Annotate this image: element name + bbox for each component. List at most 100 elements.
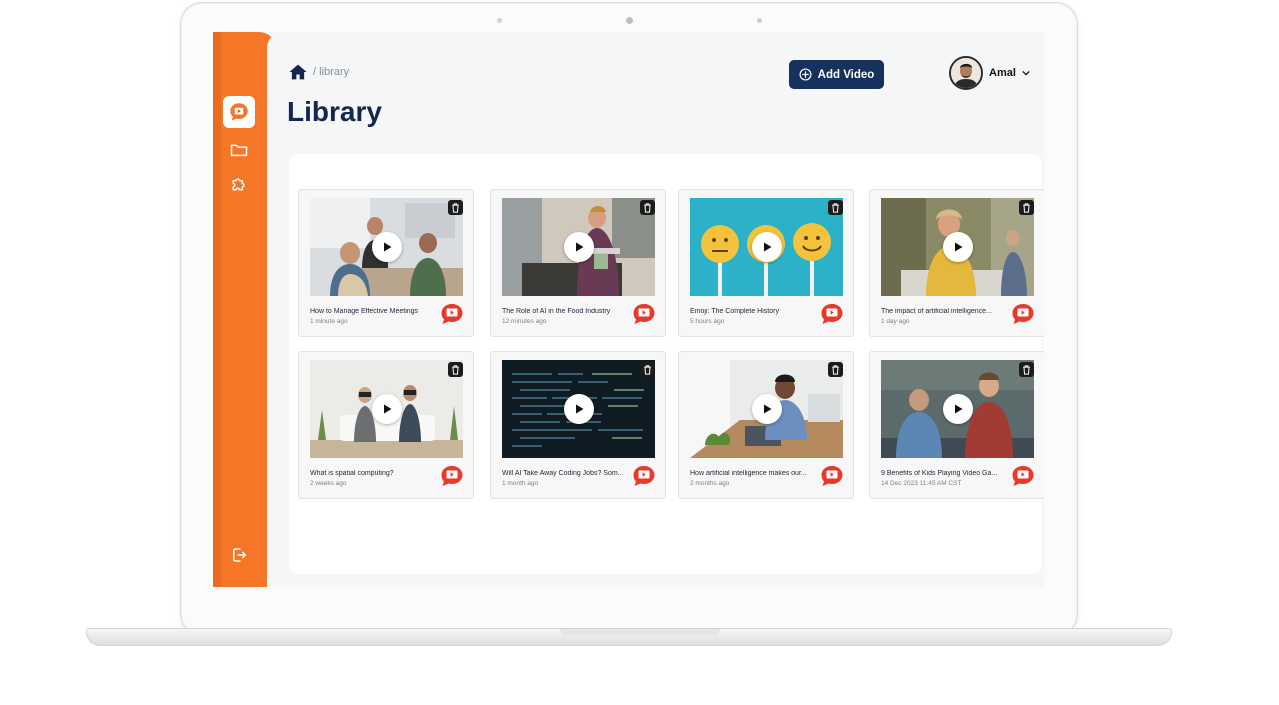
video-chat-logo-icon[interactable] [1011,303,1035,325]
breadcrumb-path[interactable]: / library [313,66,349,78]
video-title[interactable]: What is spatial computing? [310,470,436,477]
avatar-portrait [951,58,981,88]
video-thumbnail[interactable] [502,198,655,296]
puzzle-icon [232,178,245,191]
play-button[interactable] [563,394,594,424]
video-chat-logo-icon[interactable] [1011,465,1035,487]
video-timestamp: 1 month ago [502,480,539,487]
user-name: Amal [989,67,1016,79]
video-chat-logo-icon[interactable] [632,303,656,325]
trash-icon [452,202,459,213]
video-chat-logo-icon[interactable] [440,465,464,487]
video-title[interactable]: Will AI Take Away Coding Jobs? Som... [502,470,628,477]
play-icon [383,404,391,414]
add-video-label: Add Video [817,68,875,81]
video-title[interactable]: 9 Benefits of Kids Playing Video Ga... [881,470,1007,477]
video-thumbnail[interactable] [690,198,843,296]
avatar [949,56,983,90]
video-chat-logo-icon[interactable] [632,465,656,487]
video-title[interactable]: The impact of artificial intelligence... [881,308,1007,315]
video-thumbnail[interactable] [881,198,1034,296]
video-chat-icon [230,103,248,121]
add-video-button[interactable]: Add Video [789,60,884,89]
play-icon [763,404,771,414]
video-timestamp: 2 months ago [690,480,730,487]
video-thumbnail[interactable] [502,360,655,458]
folder-icon [230,144,248,157]
laptop-notch [560,629,720,635]
video-chat-logo-icon[interactable] [820,465,844,487]
play-button[interactable] [371,394,402,424]
video-card[interactable]: Emoji: The Complete History 5 hours ago [678,189,854,337]
play-icon [383,242,391,252]
play-icon [954,242,962,252]
trash-icon [452,364,459,375]
delete-button[interactable] [1019,362,1034,377]
video-card[interactable]: The Role of AI in the Food Industry 12 m… [490,189,666,337]
trash-icon [1023,202,1030,213]
breadcrumb: / library [288,63,349,81]
play-button[interactable] [942,394,973,424]
video-title[interactable]: Emoji: The Complete History [690,308,816,315]
sidebar-item-library[interactable] [223,96,255,128]
video-card[interactable]: Will AI Take Away Coding Jobs? Som... 1 … [490,351,666,499]
camera-dot [497,18,502,23]
video-thumbnail[interactable] [881,360,1034,458]
trash-icon [644,364,651,375]
play-button[interactable] [942,232,973,262]
video-title[interactable]: How artificial intelligence makes our... [690,470,816,477]
play-button[interactable] [751,394,782,424]
delete-button[interactable] [1019,200,1034,215]
delete-button[interactable] [640,362,655,377]
video-timestamp: 5 hours ago [690,318,725,325]
video-card[interactable]: How artificial intelligence makes our...… [678,351,854,499]
video-card[interactable]: What is spatial computing? 2 weeks ago [298,351,474,499]
plus-circle-icon [799,68,812,81]
video-thumbnail[interactable] [310,360,463,458]
sidebar-item-folders[interactable] [223,134,255,166]
app-screen: / library Library Add Video Amal How to … [213,32,1044,587]
video-thumbnail[interactable] [690,360,843,458]
video-timestamp: 1 day ago [881,318,910,325]
main-content: / library Library Add Video Amal How to … [267,32,1044,587]
video-timestamp: 1 minute ago [310,318,348,325]
trash-icon [1023,364,1030,375]
trash-icon [644,202,651,213]
sidebar-item-integrations[interactable] [223,168,255,200]
play-button[interactable] [371,232,402,262]
camera-dot [757,18,762,23]
home-icon[interactable] [288,63,308,81]
video-thumbnail[interactable] [310,198,463,296]
video-timestamp: 12 minutes ago [502,318,547,325]
play-button[interactable] [563,232,594,262]
trash-icon [832,202,839,213]
delete-button[interactable] [448,200,463,215]
page-title: Library [287,96,382,127]
user-menu[interactable]: Amal [949,56,1030,90]
video-card[interactable]: The impact of artificial intelligence...… [869,189,1044,337]
video-title[interactable]: The Role of AI in the Food Industry [502,308,628,315]
video-timestamp: 14 Dec 2023 11:45 AM CST [881,480,962,487]
play-icon [763,242,771,252]
delete-button[interactable] [828,200,843,215]
video-timestamp: 2 weeks ago [310,480,347,487]
chevron-down-icon [1022,70,1030,76]
video-title[interactable]: How to Manage Effective Meetings [310,308,436,315]
trash-icon [832,364,839,375]
video-library-panel: How to Manage Effective Meetings 1 minut… [289,154,1044,574]
video-card[interactable]: 9 Benefits of Kids Playing Video Ga... 1… [869,351,1044,499]
play-button[interactable] [751,232,782,262]
play-icon [575,404,583,414]
delete-button[interactable] [448,362,463,377]
delete-button[interactable] [640,200,655,215]
sidebar-edge [213,32,221,587]
logout-button[interactable] [223,539,255,571]
play-icon [954,404,962,414]
delete-button[interactable] [828,362,843,377]
video-chat-logo-icon[interactable] [820,303,844,325]
logout-icon [233,548,247,562]
video-chat-logo-icon[interactable] [440,303,464,325]
camera-lens [626,17,633,24]
play-icon [575,242,583,252]
video-card[interactable]: How to Manage Effective Meetings 1 minut… [298,189,474,337]
